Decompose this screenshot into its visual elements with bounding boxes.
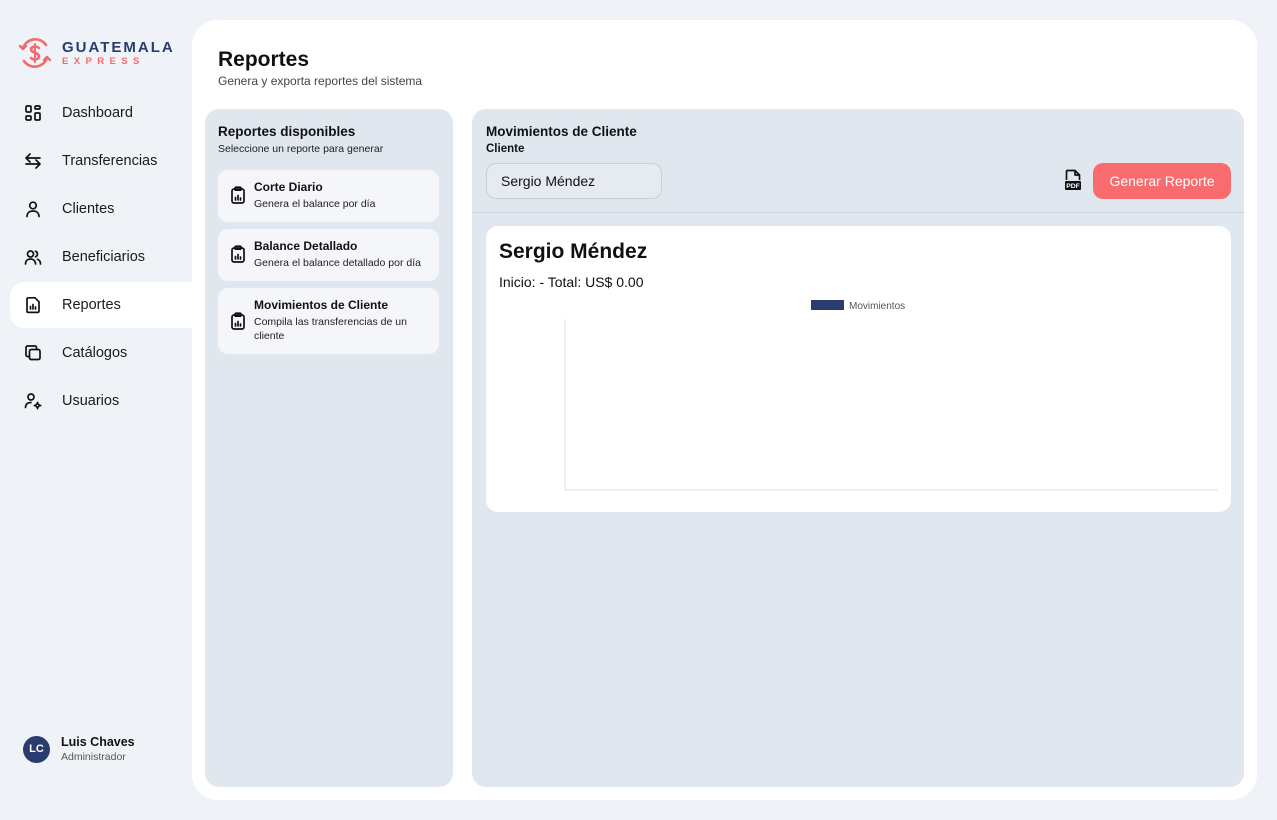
report-detail-panel: Movimientos de Cliente Cliente PDF Gener… [472, 109, 1244, 787]
reports-panel-subtitle: Seleccione un reporte para generar [218, 143, 384, 155]
report-item-title: Corte Diario [254, 180, 323, 194]
sidebar-item-catalogos[interactable]: Catálogos [10, 330, 192, 376]
client-label: Cliente [486, 143, 525, 155]
sidebar-item-clientes[interactable]: Clientes [10, 186, 192, 232]
sidebar-item-label: Catálogos [62, 345, 128, 361]
movements-chart: Movimientos [564, 300, 1218, 491]
users-icon [24, 248, 42, 266]
sidebar-item-label: Beneficiarios [62, 249, 146, 265]
result-client-name: Sergio Méndez [499, 240, 648, 263]
report-item-title: Balance Detallado [254, 239, 358, 253]
report-item-description: Compila las transferencias de un cliente [254, 316, 407, 342]
report-detail-title: Movimientos de Cliente [486, 124, 637, 139]
dashboard-icon [24, 104, 42, 122]
clipboard-report-icon [230, 312, 246, 330]
page-subtitle: Genera y exporta reportes del sistema [218, 74, 423, 88]
report-item-corte-diario[interactable]: Corte Diario Genera el balance por día [218, 170, 439, 222]
report-item-description: Genera el balance por día [254, 198, 376, 210]
report-item-balance-detallado[interactable]: Balance Detallado Genera el balance deta… [218, 229, 439, 281]
sidebar-item-dashboard[interactable]: Dashboard [10, 90, 192, 136]
main-content: Reportes Genera y exporta reportes del s… [192, 20, 1257, 800]
sidebar-item-label: Transferencias [62, 153, 158, 169]
report-item-description: Genera el balance detallado por día [254, 257, 421, 269]
svg-text:PDF: PDF [1066, 183, 1080, 190]
generate-report-button[interactable]: Generar Reporte [1093, 163, 1231, 199]
report-item-title: Movimientos de Cliente [254, 298, 389, 312]
client-input[interactable] [486, 163, 662, 199]
sidebar-item-label: Dashboard [62, 105, 133, 121]
sidebar-item-transferencias[interactable]: Transferencias [10, 138, 192, 184]
clipboard-report-icon [230, 186, 246, 204]
sidebar-item-reportes[interactable]: Reportes [10, 282, 192, 328]
pdf-file-icon[interactable]: PDF [1064, 169, 1082, 191]
sidebar-item-label: Clientes [62, 201, 115, 217]
page-title: Reportes [218, 48, 310, 71]
reports-panel-title: Reportes disponibles [218, 124, 356, 139]
sidebar-item-label: Reportes [62, 297, 121, 313]
reports-list-panel: Reportes disponibles Seleccione un repor… [205, 109, 453, 787]
brand-logo-icon [18, 38, 52, 68]
sidebar-item-usuarios[interactable]: Usuarios [10, 378, 192, 424]
legend-swatch [811, 300, 844, 310]
user-icon [24, 200, 42, 218]
brand-logo[interactable]: GUATEMALA EXPRESS [18, 36, 175, 70]
report-item-movimientos-cliente[interactable]: Movimientos de Cliente Compila las trans… [218, 288, 439, 354]
brand-name: GUATEMALA [62, 38, 175, 56]
brand-tagline: EXPRESS [62, 55, 145, 67]
user-role: Administrador [61, 751, 126, 763]
transfer-arrows-icon [24, 152, 42, 170]
report-file-icon [24, 296, 42, 314]
user-name: Luis Chaves [61, 735, 135, 749]
divider [472, 212, 1244, 213]
sidebar: GUATEMALA EXPRESS Dashboard Transferenci… [0, 0, 192, 820]
sidebar-nav: Dashboard Transferencias Clientes Benefi… [10, 90, 192, 426]
result-summary: Inicio: - Total: US$ 0.00 [499, 274, 644, 290]
clipboard-report-icon [230, 245, 246, 263]
sidebar-item-beneficiarios[interactable]: Beneficiarios [10, 234, 192, 280]
user-profile[interactable]: LC Luis Chaves Administrador [23, 735, 135, 763]
avatar: LC [23, 735, 50, 763]
report-result-card: Sergio Méndez Inicio: - Total: US$ 0.00 … [486, 226, 1231, 512]
sidebar-item-label: Usuarios [62, 393, 120, 409]
copy-icon [24, 344, 42, 362]
legend-label: Movimientos [849, 301, 905, 312]
user-settings-icon [24, 392, 42, 410]
